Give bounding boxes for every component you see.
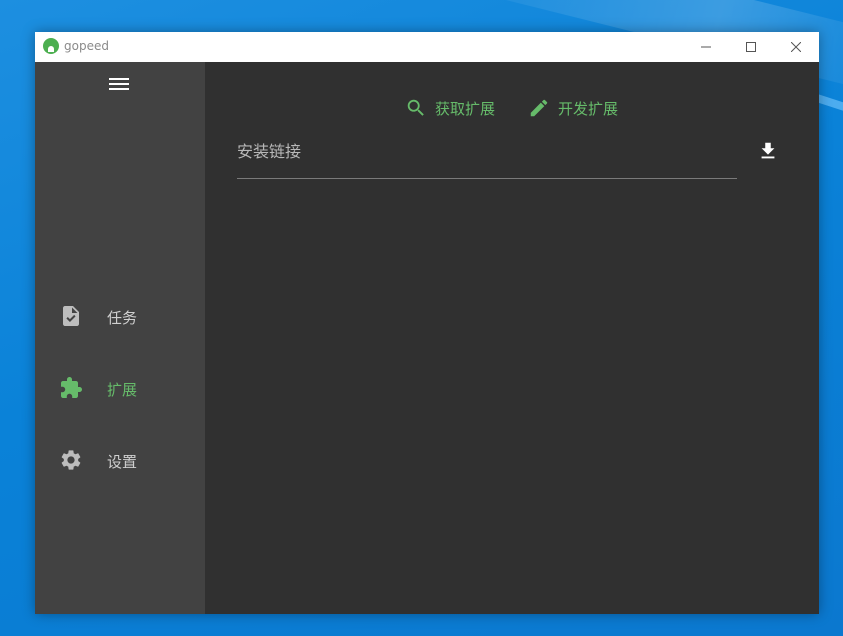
develop-extension-button[interactable]: 开发扩展 <box>528 95 618 121</box>
menu-toggle-button[interactable] <box>107 72 131 96</box>
gear-icon <box>61 450 81 470</box>
install-url-field <box>237 134 737 179</box>
develop-extension-label: 开发扩展 <box>558 99 619 118</box>
title-bar[interactable]: gopeed <box>35 32 819 62</box>
install-download-button[interactable] <box>755 138 781 164</box>
maximize-button[interactable] <box>728 32 774 62</box>
get-extensions-label: 获取扩展 <box>435 99 496 118</box>
sidebar-item-extensions[interactable]: 扩展 <box>35 366 205 410</box>
close-button[interactable] <box>773 32 819 62</box>
sidebar-item-label: 设置 <box>107 453 138 471</box>
install-url-input[interactable] <box>237 134 737 168</box>
maximize-icon <box>746 42 756 52</box>
minimize-button[interactable] <box>683 32 729 62</box>
search-icon <box>407 99 424 116</box>
main-content: 获取扩展 开发扩展 <box>205 62 819 614</box>
task-file-icon <box>63 306 79 326</box>
sidebar-item-label: 扩展 <box>107 381 138 399</box>
close-icon <box>791 42 801 52</box>
puzzle-extension-icon <box>61 377 82 398</box>
sidebar: 任务 扩展 设置 <box>35 62 205 614</box>
app-window: gopeed 任务 扩展 设置 获取扩展 开发扩展 安装链接 <box>35 32 819 614</box>
get-extensions-button[interactable]: 获取扩展 <box>405 95 495 121</box>
sidebar-item-label: 任务 <box>107 309 138 327</box>
app-title: gopeed <box>64 39 109 53</box>
download-icon <box>761 142 775 159</box>
pencil-icon <box>530 99 548 117</box>
hamburger-menu-icon <box>109 78 129 90</box>
sidebar-item-tasks[interactable]: 任务 <box>35 294 205 338</box>
sidebar-item-settings[interactable]: 设置 <box>35 438 205 482</box>
app-logo-icon <box>43 38 59 54</box>
minimize-icon <box>701 46 711 48</box>
